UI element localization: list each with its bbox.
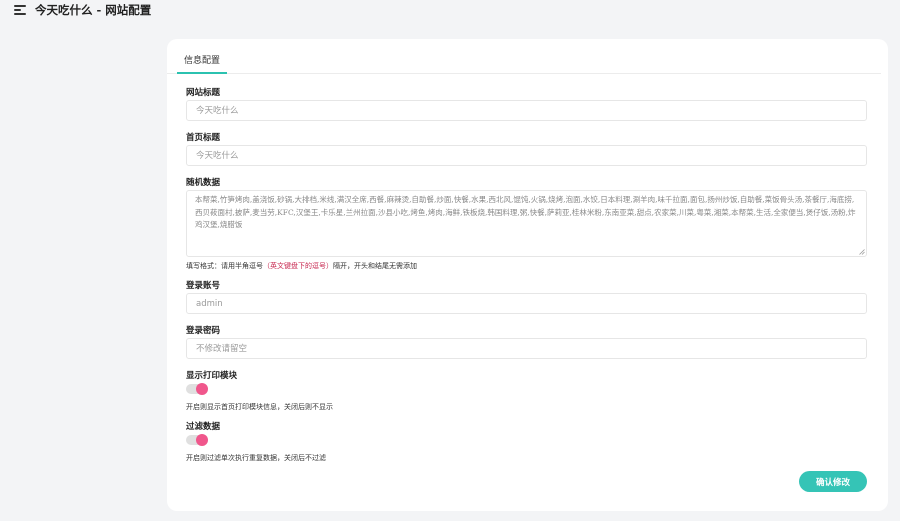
switch-knob <box>196 434 208 446</box>
hint-highlight: （英文键盘下的逗号） <box>263 262 333 270</box>
site-title-input[interactable] <box>186 100 867 121</box>
confirm-submit-button[interactable]: 确认修改 <box>799 471 867 492</box>
login-account-input[interactable] <box>186 293 867 314</box>
login-account-label: 登录账号 <box>186 281 221 291</box>
top-bar: 今天吃什么 - 网站配置 <box>0 0 900 20</box>
config-card: 信息配置 网站标题 首页标题 随机数据 填写格式：请用半角逗号（英文键盘下的逗号… <box>167 39 888 511</box>
tab-info-config[interactable]: 信息配置 <box>177 53 227 66</box>
menu-icon-line <box>14 5 26 7</box>
menu-icon-line <box>14 9 21 11</box>
filter-data-hint: 开启则过滤单次执行重复数据，关闭后不过滤 <box>186 454 326 462</box>
random-data-label: 随机数据 <box>186 178 221 188</box>
hint-prefix: 填写格式：请用半角逗号 <box>186 262 263 270</box>
login-password-label: 登录密码 <box>186 326 221 336</box>
resize-grip-icon[interactable] <box>859 249 865 255</box>
show-print-label: 显示打印模块 <box>186 371 238 381</box>
hamburger-menu-icon[interactable] <box>14 4 28 16</box>
random-data-hint: 填写格式：请用半角逗号（英文键盘下的逗号）隔开，开头和结尾无需添加 <box>186 261 417 271</box>
switch-knob <box>196 383 208 395</box>
random-data-textarea[interactable] <box>186 190 867 257</box>
hint-suffix: 隔开，开头和结尾无需添加 <box>333 262 417 270</box>
filter-data-label: 过滤数据 <box>186 422 221 432</box>
filter-data-switch[interactable] <box>186 434 208 446</box>
login-password-input[interactable] <box>186 338 867 359</box>
show-print-switch[interactable] <box>186 383 208 395</box>
site-title-label: 网站标题 <box>186 88 221 98</box>
show-print-hint: 开启则显示首页打印模块信息，关闭后则不显示 <box>186 403 333 411</box>
page-title: 今天吃什么 - 网站配置 <box>35 3 152 17</box>
menu-icon-line <box>14 13 26 15</box>
active-tab-indicator <box>177 72 227 74</box>
home-title-input[interactable] <box>186 145 867 166</box>
tab-bar: 信息配置 <box>167 39 881 74</box>
home-title-label: 首页标题 <box>186 133 221 143</box>
